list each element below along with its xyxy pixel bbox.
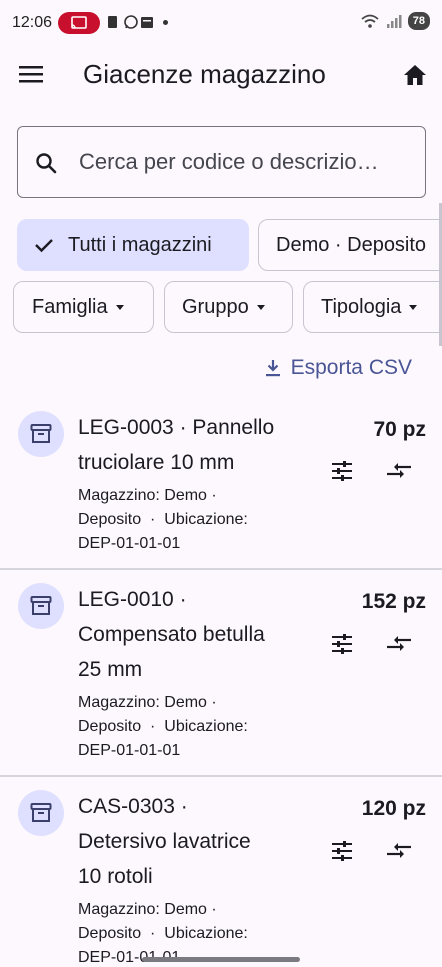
list-divider [0,568,442,570]
swap-arrows-icon [387,463,411,478]
item-detail-line: Deposito · Ubicazione: [78,511,248,528]
item-title-line: LEG-0003 · Pannello [78,416,275,439]
tune-icon [332,841,352,861]
list-divider [0,775,442,777]
adjust-stock-button[interactable] [329,631,357,659]
filter-famiglia[interactable]: Famiglia [13,281,154,333]
whatsapp-icon [123,14,138,30]
chip-label: Tutti i magazzini [68,233,212,256]
item-avatar [18,411,64,457]
chip-label: Demo · Deposito [276,233,427,256]
dropdown-arrow-icon [409,304,418,310]
chip-label: Gruppo [182,295,249,318]
more-notifications-dot [163,19,168,25]
archive-box-icon [30,596,52,615]
item-title: LEG-0003 · Pannello truciolare 10 mm [78,410,318,480]
search-icon [36,153,57,174]
sim-icon [106,14,120,30]
transfer-stock-button[interactable] [385,838,413,866]
item-title: CAS-0303 · Detersivo lavatrice 10 rotoli [78,789,318,894]
search-input[interactable] [79,145,414,179]
item-title-line: 10 rotoli [78,865,153,888]
stock-list-item[interactable]: LEG-0010 · Compensato betulla 25 mm Maga… [0,580,442,773]
swap-arrows-icon [387,843,411,858]
item-detail-line: DEP-01-01-01 [78,535,181,552]
transfer-stock-button[interactable] [385,631,413,659]
item-detail-line: Deposito · Ubicazione: [78,925,248,942]
archive-box-icon [30,803,52,822]
item-quantity: 152 pz [361,590,426,613]
export-csv-button[interactable]: Esporta CSV [265,356,412,380]
page-title: Giacenze magazzino [83,59,326,89]
screen-cast-indicator [58,12,100,34]
transfer-stock-button[interactable] [385,458,413,486]
adjust-stock-button[interactable] [329,458,357,486]
item-title-line: LEG-0010 · [78,588,187,611]
item-title-line: Detersivo lavatrice [78,830,251,853]
dropdown-arrow-icon [256,304,265,310]
item-detail-line: Magazzino: Demo · [78,487,217,504]
stock-list-item[interactable]: CAS-0303 · Detersivo lavatrice 10 rotoli… [0,787,442,967]
check-icon [35,239,53,253]
system-icons: 78 [360,12,430,30]
chip-warehouse-demo-deposito[interactable]: Demo · Deposito [258,219,442,271]
item-detail-line: Deposito · Ubicazione: [78,718,248,735]
status-time: 12:06 [12,14,53,31]
item-details: Magazzino: Demo · Deposito · Ubicazione:… [78,484,298,556]
cast-icon [71,16,87,29]
battery-indicator: 78 [407,12,430,30]
filter-gruppo[interactable]: Gruppo [164,281,293,333]
search-field[interactable] [17,126,426,198]
gesture-navigation-handle[interactable] [142,957,300,962]
item-title-line: CAS-0303 · [78,795,188,818]
hamburger-menu-icon [19,66,43,83]
download-icon [265,360,280,377]
menu-button[interactable] [18,64,46,88]
filter-tipologia[interactable]: Tipologia [303,281,442,333]
chip-label: Tipologia [321,295,402,318]
wifi-icon [361,14,379,28]
swap-arrows-icon [387,636,411,651]
app-bar: Giacenze magazzino [0,48,442,104]
item-title-line: 25 mm [78,658,143,681]
calendar-icon [140,14,154,30]
chip-label: Famiglia [32,295,108,318]
tune-icon [332,461,352,481]
signal-icon [386,15,402,28]
item-detail-line: Magazzino: Demo · [78,694,217,711]
item-title-line: truciolare 10 mm [78,451,235,474]
item-details: Magazzino: Demo · Deposito · Ubicazione:… [78,691,298,763]
status-bar: 12:06 78 [0,0,442,48]
tune-icon [332,634,352,654]
item-quantity: 70 pz [373,418,426,441]
notification-icons [106,14,168,30]
chip-all-warehouses[interactable]: Tutti i magazzini [17,219,249,271]
dropdown-arrow-icon [115,304,124,310]
item-avatar [18,583,64,629]
home-button[interactable] [402,62,430,90]
item-detail-line: Magazzino: Demo · [78,901,217,918]
item-avatar [18,790,64,836]
item-title-line: Compensato betulla [78,623,265,646]
stock-list-item[interactable]: LEG-0003 · Pannello truciolare 10 mm Mag… [0,408,442,568]
home-icon [404,65,426,85]
item-title: LEG-0010 · Compensato betulla 25 mm [78,582,318,687]
archive-box-icon [30,424,52,443]
item-detail-line: DEP-01-01-01 [78,742,181,759]
adjust-stock-button[interactable] [329,838,357,866]
item-quantity: 120 pz [361,797,426,820]
export-label: Esporta CSV [290,356,412,379]
